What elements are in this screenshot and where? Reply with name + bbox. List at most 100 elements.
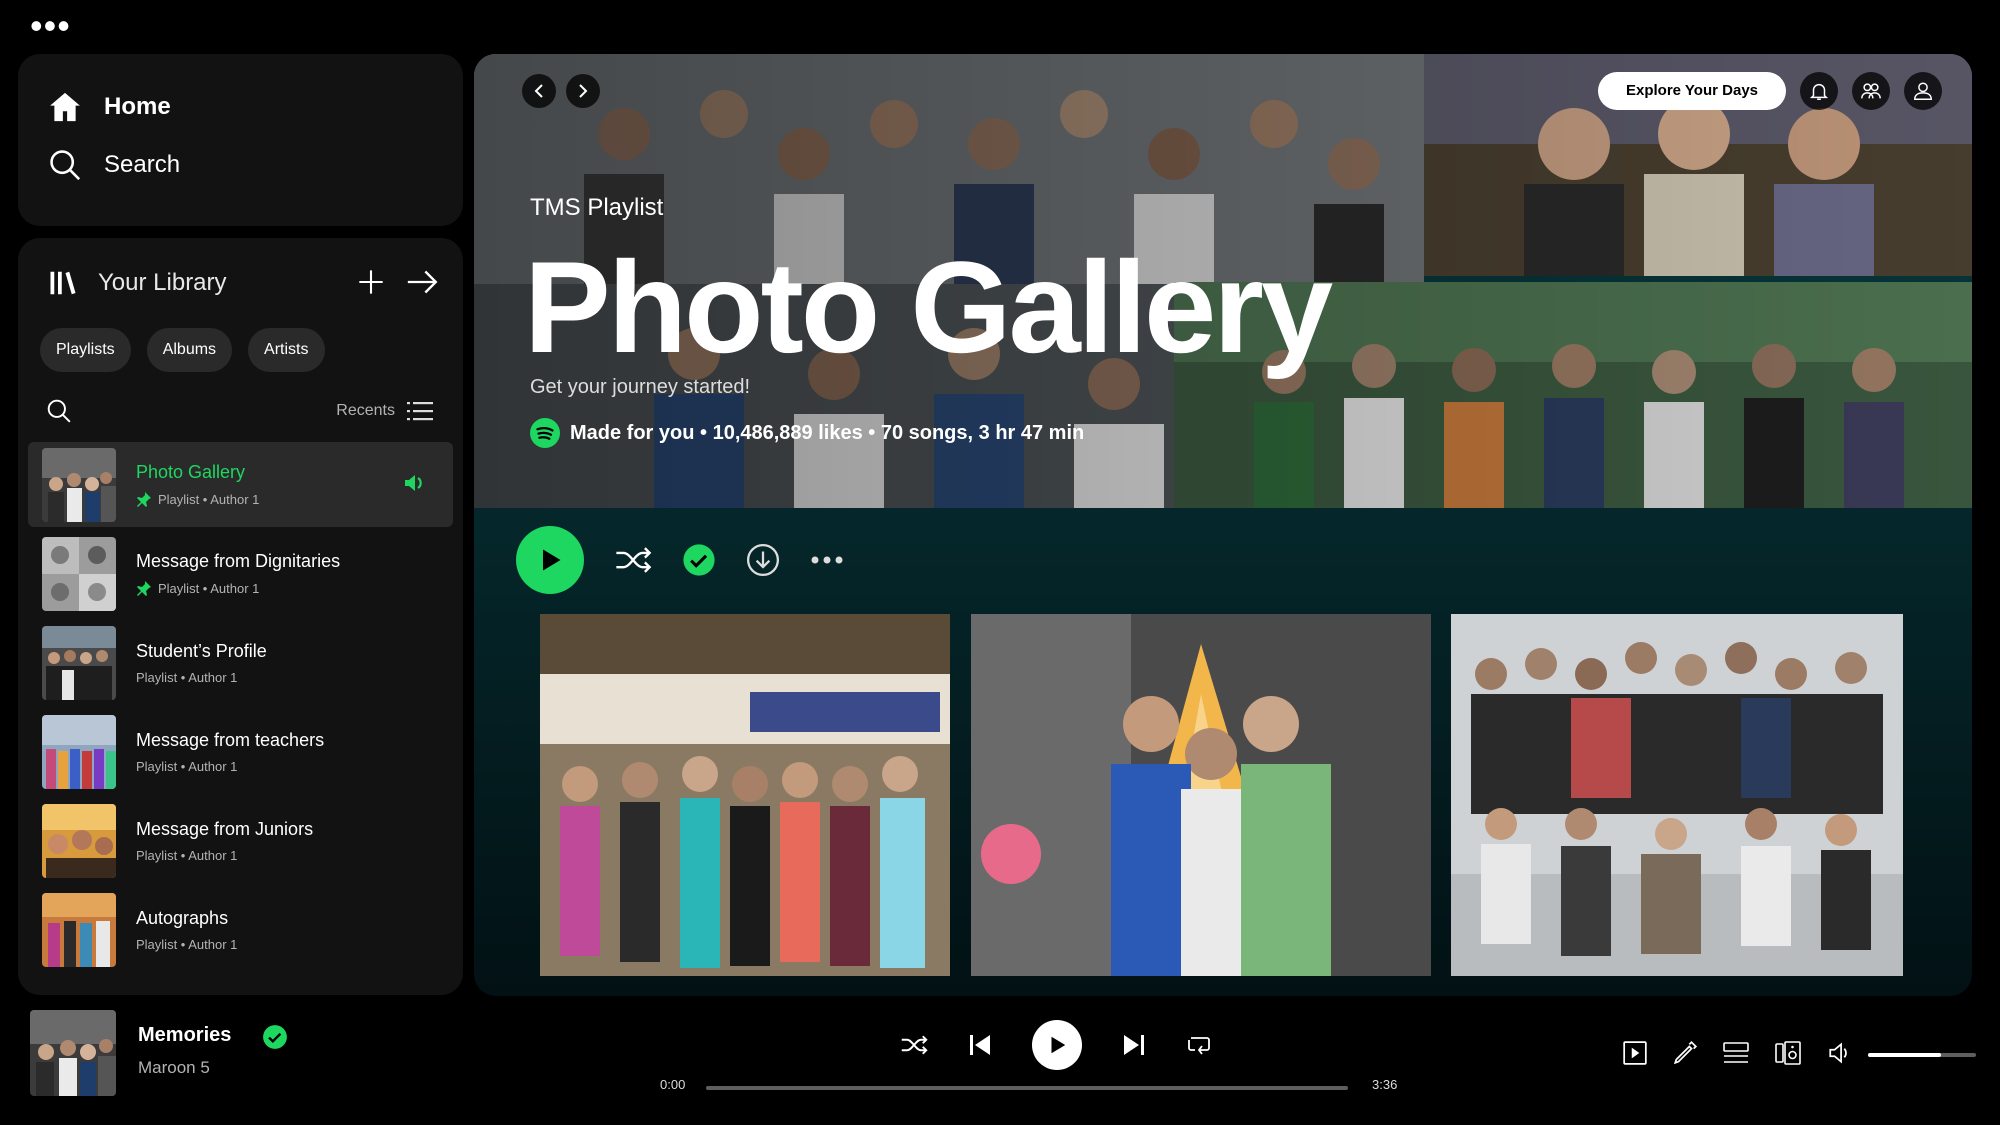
library-item-teachers[interactable]: Message from teachers Playlist • Author … — [28, 709, 453, 794]
chip-artists[interactable]: Artists — [248, 328, 325, 372]
library-item-autographs[interactable]: Autographs Playlist • Author 1 — [28, 887, 453, 972]
repeat-icon[interactable] — [1186, 1034, 1212, 1056]
library-item-juniors[interactable]: Message from Juniors Playlist • Author 1 — [28, 798, 453, 883]
user-icon — [1914, 82, 1932, 100]
library-item-subtitle: Playlist • Author 1 — [136, 758, 238, 774]
playlist-thumbnail — [42, 447, 116, 522]
chip-albums[interactable]: Albums — [146, 328, 233, 372]
download-icon — [746, 543, 780, 577]
chip-playlists[interactable]: Playlists — [40, 328, 131, 372]
library-list: Photo Gallery Playlist • Author 1 Messag… — [28, 442, 453, 976]
library-panel: Your Library Playlists Albums Artists Re… — [18, 238, 463, 995]
player-controls — [900, 1020, 1212, 1070]
next-icon[interactable] — [1122, 1032, 1146, 1058]
more-icon — [811, 556, 843, 564]
now-playing-cover[interactable] — [30, 1010, 116, 1096]
playlist-thumbnail — [42, 536, 116, 611]
connect-device-icon[interactable] — [1774, 1040, 1802, 1066]
recents-sort[interactable]: Recents — [336, 400, 433, 422]
previous-icon[interactable] — [968, 1032, 992, 1058]
playlist-meta: Made for you • 10,486,889 likes • 70 son… — [530, 418, 1084, 448]
more-options-button[interactable] — [810, 555, 844, 565]
plus-icon[interactable] — [357, 268, 385, 296]
library-item-subtitle: Playlist • Author 1 — [136, 847, 238, 863]
shuffle-icon — [616, 547, 652, 573]
library-item-photo-gallery[interactable]: Photo Gallery Playlist • Author 1 — [28, 442, 453, 527]
notifications-button[interactable] — [1800, 72, 1838, 110]
playlist-title: Photo Gallery — [524, 234, 1333, 380]
library-item-subtitle: Playlist • Author 1 — [136, 669, 238, 685]
playlist-hero: Explore Your Days TMS Playlist Photo Gal… — [474, 54, 1972, 508]
download-button[interactable] — [746, 543, 780, 577]
pin-icon — [137, 581, 151, 596]
explore-button[interactable]: Explore Your Days — [1598, 72, 1786, 110]
check-circle-icon — [263, 1025, 287, 1049]
elapsed-time: 0:00 — [660, 1077, 686, 1092]
forward-button[interactable] — [566, 74, 600, 108]
check-circle-icon — [683, 544, 715, 576]
spotify-logo-icon — [530, 418, 560, 448]
nav-home[interactable]: Home — [48, 90, 171, 124]
library-item-title: Student’s Profile — [136, 640, 267, 661]
main-panel: Explore Your Days TMS Playlist Photo Gal… — [474, 54, 1972, 996]
shuffle-icon[interactable] — [900, 1034, 928, 1056]
window-menu-icon[interactable]: ••• — [30, 8, 71, 44]
playback-progress-bar[interactable] — [706, 1086, 1348, 1090]
pin-icon — [137, 492, 151, 507]
playlist-thumbnail — [42, 625, 116, 700]
chevron-left-icon — [534, 84, 543, 98]
saved-button[interactable] — [682, 543, 716, 577]
gallery-photo-friends[interactable] — [971, 614, 1431, 976]
volume-icon[interactable] — [1826, 1040, 1854, 1066]
liked-indicator[interactable] — [262, 1024, 288, 1055]
now-playing-speaker-icon — [405, 475, 422, 491]
now-playing-view-icon[interactable] — [1622, 1040, 1648, 1066]
library-item-title: Photo Gallery — [136, 462, 246, 482]
playlist-meta-text: Made for you • 10,486,889 likes • 70 son… — [570, 421, 1085, 444]
friends-button[interactable] — [1852, 72, 1890, 110]
lyrics-icon[interactable] — [1672, 1040, 1698, 1066]
play-icon — [1051, 1036, 1066, 1054]
library-search-icon[interactable] — [46, 398, 72, 424]
library-item-title: Message from Juniors — [136, 818, 314, 839]
playlist-controls — [516, 526, 844, 594]
library-item-subtitle: Playlist • Author 1 — [158, 491, 260, 507]
now-playing-artist[interactable]: Maroon 5 — [138, 1058, 210, 1078]
shuffle-button[interactable] — [614, 545, 652, 575]
extra-controls — [1622, 1040, 1854, 1066]
queue-icon[interactable] — [1722, 1041, 1750, 1065]
total-duration: 3:36 — [1372, 1077, 1398, 1092]
gallery-photo-teachers[interactable] — [540, 614, 950, 976]
library-item-title: Message from teachers — [136, 729, 325, 750]
library-icon — [50, 271, 76, 295]
library-item-students-profile[interactable]: Student’s Profile Playlist • Author 1 — [28, 620, 453, 705]
library-item-title: Autographs — [136, 907, 229, 928]
nav-search[interactable]: Search — [48, 148, 180, 182]
playlist-thumbnail — [42, 803, 116, 878]
library-title: Your Library — [98, 269, 227, 296]
playlist-type: TMS Playlist — [530, 194, 664, 221]
now-playing-title[interactable]: Memories — [138, 1024, 231, 1047]
volume-slider[interactable] — [1868, 1053, 1976, 1057]
profile-button[interactable] — [1904, 72, 1942, 110]
playlist-thumbnail — [42, 714, 116, 789]
gallery-photo-group[interactable] — [1451, 614, 1903, 976]
home-icon — [50, 92, 80, 122]
recents-label: Recents — [336, 402, 395, 419]
playlist-description: Get your journey started! — [530, 376, 751, 398]
volume-level — [1868, 1053, 1942, 1057]
play-icon — [543, 549, 561, 571]
chevron-right-icon — [579, 84, 588, 98]
bell-icon — [1809, 83, 1829, 100]
sidebar-nav: Home Search — [18, 54, 463, 226]
nav-search-label: Search — [104, 151, 181, 178]
back-button[interactable] — [522, 74, 556, 108]
play-pause-button[interactable] — [1032, 1020, 1082, 1070]
list-icon — [407, 402, 433, 421]
arrow-right-icon[interactable] — [405, 268, 441, 296]
library-item-title: Message from Dignitaries — [136, 551, 341, 571]
library-item-dignitaries[interactable]: Message from Dignitaries Playlist • Auth… — [28, 531, 453, 616]
library-filters: Playlists Albums Artists — [40, 328, 325, 372]
play-playlist-button[interactable] — [516, 526, 584, 594]
library-header[interactable]: Your Library — [48, 268, 227, 298]
